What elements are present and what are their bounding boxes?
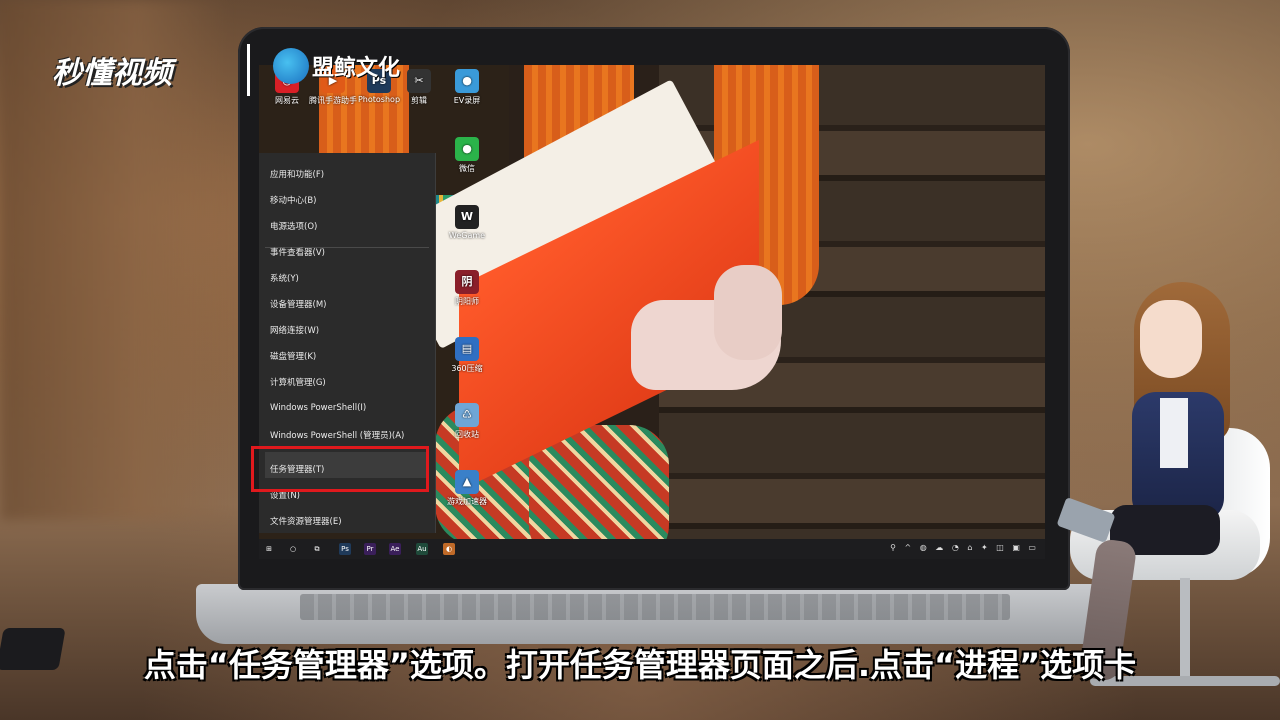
desktop-icon[interactable]: ▤ 360压缩 xyxy=(437,337,497,374)
highlight-box xyxy=(251,446,429,492)
whale-logo-icon xyxy=(273,48,309,84)
desktop-icon[interactable]: 阴阴阳师 xyxy=(437,270,497,307)
taskbar: ⊞ ○ ⧉ Ps Pr Ae Au ◐ ⚲ ^ ◍ ☁ ◔ ⌂ ✦ ◫ ▣ ▭ xyxy=(259,539,1045,559)
menu-item-computer-management[interactable]: 计算机管理(G) xyxy=(270,376,326,388)
presenter-shirt xyxy=(1160,398,1188,468)
desktop-icon-label: WeGame xyxy=(448,231,486,240)
desktop-icon[interactable]: ● EV录屏 xyxy=(437,69,497,106)
desktop-icon[interactable]: ▲ 游戏加速器 xyxy=(437,470,497,507)
app-icon: ▤ xyxy=(455,337,479,361)
partner-logo-text: 盟鲸文化 xyxy=(312,56,401,81)
logo-divider xyxy=(247,44,250,96)
menu-item-apps-features[interactable]: 应用和功能(F) xyxy=(270,168,324,180)
app-icon: ✂ xyxy=(407,69,431,93)
taskbar-after-effects-icon[interactable]: Ae xyxy=(389,543,401,555)
taskbar-search-icon[interactable]: ○ xyxy=(287,543,299,555)
app-icon: ♺ xyxy=(455,403,479,427)
menu-item-powershell[interactable]: Windows PowerShell(I) xyxy=(270,403,366,413)
taskbar-audition-icon[interactable]: Au xyxy=(416,543,428,555)
laptop-keyboard xyxy=(300,594,1010,620)
presenter-face xyxy=(1140,300,1202,378)
desktop-icon[interactable]: W WeGame xyxy=(437,205,497,240)
desktop-icon-label: 剪辑 xyxy=(411,96,427,105)
taskbar-active-app-icon[interactable]: ◐ xyxy=(443,543,455,555)
desktop-icon-label: 阴阳师 xyxy=(455,297,479,306)
taskbar-task-view-icon[interactable]: ⧉ xyxy=(311,543,323,555)
desktop-icon[interactable]: ● 微信 xyxy=(437,137,497,174)
app-icon: W xyxy=(455,205,479,229)
menu-item-event-viewer[interactable]: 事件查看器(V) xyxy=(270,246,325,258)
desktop-icon-label: 微信 xyxy=(459,164,475,173)
desktop-icon[interactable]: ♺ 回收站 xyxy=(437,403,497,440)
menu-item-power-options[interactable]: 电源选项(O) xyxy=(270,220,317,232)
taskbar-photoshop-icon[interactable]: Ps xyxy=(339,543,351,555)
menu-item-disk-management[interactable]: 磁盘管理(K) xyxy=(270,350,316,362)
menu-item-device-manager[interactable]: 设备管理器(M) xyxy=(270,298,326,310)
menu-item-file-explorer[interactable]: 文件资源管理器(E) xyxy=(270,515,342,527)
taskbar-start-icon[interactable]: ⊞ xyxy=(263,543,275,555)
menu-item-mobility-center[interactable]: 移动中心(B) xyxy=(270,194,316,206)
app-icon: ● xyxy=(455,137,479,161)
menu-item-powershell-admin[interactable]: Windows PowerShell (管理员)(A) xyxy=(270,429,404,441)
desktop-icon-label: 回收站 xyxy=(455,430,479,439)
desktop-icon-label: 游戏加速器 xyxy=(447,497,487,506)
menu-item-network-connections[interactable]: 网络连接(W) xyxy=(270,324,319,336)
video-subtitle: 点击“任务管理器”选项。打开任务管理器页面之后.点击“进程”选项卡 xyxy=(143,646,1137,684)
menu-item-system[interactable]: 系统(Y) xyxy=(270,272,299,284)
system-tray[interactable]: ⚲ ^ ◍ ☁ ◔ ⌂ ✦ ◫ ▣ ▭ xyxy=(890,543,1039,552)
desktop-icon-label: 360压缩 xyxy=(451,364,483,373)
miaodong-logo: 秒懂视频 xyxy=(52,56,172,91)
wallpaper-hand xyxy=(714,265,782,360)
app-icon: ▲ xyxy=(455,470,479,494)
desktop-icon-label: EV录屏 xyxy=(453,96,481,105)
app-icon: ● xyxy=(455,69,479,93)
app-icon: 阴 xyxy=(455,270,479,294)
taskbar-premiere-icon[interactable]: Pr xyxy=(364,543,376,555)
desktop-icon-label: 网易云 xyxy=(275,96,299,105)
